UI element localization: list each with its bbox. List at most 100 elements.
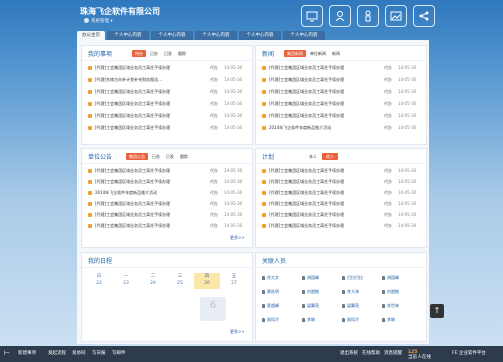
tab-group-news[interactable]: 集团新闻 [284, 50, 306, 57]
footer-daily-report[interactable]: 写日报 [92, 350, 106, 356]
contact-item[interactable]: 李琳 [302, 315, 315, 324]
more-link[interactable]: 更多>> [230, 329, 245, 335]
footer-start-flow[interactable]: 发起流程 [48, 350, 66, 356]
contact-item[interactable]: 周凤才 [342, 315, 359, 324]
tab-personal-3[interactable]: 个人中心内容 [195, 31, 237, 40]
calendar-day-today[interactable]: 四 26 [194, 273, 220, 289]
list-item[interactable]: [代理]工会集团区域业务员工离任手续办理 代办 14-05-30 [88, 63, 248, 72]
contact-item[interactable]: 梁翼亮 [342, 301, 359, 310]
contact-item[interactable]: 胡国峰 [302, 273, 319, 282]
panel-header: 新闻 集团新闻 单位新闻 新闻 [256, 46, 426, 61]
tab-todo[interactable]: 待办 [132, 50, 146, 57]
list-item[interactable]: [代理]工会集团区域业务员工离任手续办理 代办 14-05-30 [262, 75, 422, 84]
tab-group-notice[interactable]: 集团公告 [126, 153, 148, 160]
list-item[interactable]: [代理]东南方向补计划补充财务报告… 代办 14-05-30 [88, 75, 248, 84]
user-menu[interactable]: 系统管理 ▾ [84, 18, 113, 24]
person-icon [302, 290, 305, 294]
contact-item[interactable]: 苏世林 [382, 301, 399, 310]
list-item[interactable]: 2014年飞企软件年度新品推介活动 代办 14-05-30 [88, 188, 248, 197]
contact-item[interactable]: 巴拉巴拉 [342, 273, 363, 282]
tab-personal-2[interactable]: 个人中心内容 [151, 31, 193, 40]
list-item[interactable]: [代理]工会集团区域业务员工离任手续办理 代办 14-05-30 [262, 177, 422, 186]
list-item[interactable]: [代理]工会集团区域业务员工离任手续办理 代办 14-05-30 [262, 63, 422, 72]
calendar-day[interactable]: 二 24 [140, 273, 166, 289]
mail-icon [262, 179, 266, 184]
contact-item[interactable]: 李琳 [382, 315, 395, 324]
list-item[interactable]: [代理]工会集团区域业务员工离任手续办理 代办 14-05-30 [88, 177, 248, 186]
footer-logout[interactable]: 退出系统 [340, 350, 358, 356]
tab-personal-5[interactable]: 个人中心内容 [283, 31, 325, 40]
list-item[interactable]: [代理]工会集团区域业务员工离任手续办理 代办 14-05-30 [262, 87, 422, 96]
calendar-day[interactable]: 日 22 [86, 273, 112, 289]
calendar-day[interactable]: 一 23 [113, 273, 139, 289]
calendar-page-icon: 6 [200, 297, 226, 321]
scroll-top-button[interactable]: ↑ [430, 304, 444, 318]
tab-done[interactable]: 已办 [148, 50, 160, 57]
list-item[interactable]: [代理]工会集团区域业务员工离任手续办理 代办 14-05-30 [88, 210, 248, 219]
list-item[interactable]: [代理]工会集团区域业务员工离任手续办理 代办 14-05-30 [262, 210, 422, 219]
more-link[interactable]: 更多>> [230, 235, 245, 241]
calendar-day[interactable]: 五 27 [221, 273, 247, 289]
footer-messages[interactable]: 消息提醒 [384, 350, 402, 356]
contact-item[interactable]: 徐大文 [262, 273, 279, 282]
news-panel: 新闻 集团新闻 单位新闻 新闻 [代理]工会集团区域业务员工离任手续办理 代办 14… [255, 45, 427, 145]
tab-done[interactable]: 已办 [150, 153, 162, 160]
list-item[interactable]: [代理]工会集团区域业务员工离任手续办理 代办 14-05-30 [262, 99, 422, 108]
tab-others[interactable]: 他人 [322, 153, 338, 160]
footer-cooperate[interactable]: 发协同 [72, 350, 86, 356]
contact-item[interactable]: 夏超峰 [262, 301, 279, 310]
footer-new-item[interactable]: 新建事项 [18, 350, 36, 356]
person-icon [262, 304, 265, 308]
footer-write-mail[interactable]: 写邮件 [112, 350, 126, 356]
tab-home[interactable]: 办公主页 [77, 31, 105, 40]
contact-item[interactable]: 胡国峰 [382, 273, 399, 282]
list-item[interactable]: [代理]工会集团区域业务员工离任手续办理 代办 14-05-30 [88, 199, 248, 208]
tab-track[interactable]: 跟踪 [176, 50, 188, 57]
contact-item[interactable]: 刘超楷 [302, 287, 319, 296]
footer-bar: ⊢ 新建事项 发起流程 发协同 写日报 写邮件 退出系统 在线帮助 消息提醒 当… [0, 346, 503, 362]
tab-personal-1[interactable]: 个人中心内容 [107, 31, 149, 40]
picture-icon[interactable] [385, 5, 407, 27]
mail-icon [88, 190, 92, 195]
panel-title: 关联人员 [262, 258, 287, 265]
tab-sent[interactable]: 已发 [162, 50, 174, 57]
list-item[interactable]: [代理]工会集团区域业务员工离任手续办理 代办 14-05-30 [88, 123, 248, 132]
person-icon [342, 290, 345, 294]
panel-title: 计划 [262, 154, 275, 161]
tab-sent[interactable]: 已发 [164, 153, 176, 160]
person-icon[interactable] [357, 5, 379, 27]
tab-self[interactable]: 本人 [306, 153, 320, 160]
list-item[interactable]: [代理]工会集团区域业务员工离任手续办理 代办 14-05-30 [262, 188, 422, 197]
mail-icon [262, 89, 266, 94]
contact-item[interactable]: 周凤才 [262, 315, 279, 324]
contact-item[interactable]: 梁翼亮 [302, 301, 319, 310]
list-item[interactable]: [代理]工会集团区域业务员工离任手续办理 代办 14-05-30 [88, 221, 248, 230]
tab-news[interactable]: 新闻 [330, 50, 342, 57]
list-item[interactable]: [代理]工会集团区域业务员工离任手续办理 代办 14-05-30 [262, 199, 422, 208]
person-icon [302, 318, 305, 322]
user-icon[interactable] [329, 5, 351, 27]
contact-item[interactable]: 黄秋明 [262, 287, 279, 296]
mail-icon [262, 113, 266, 118]
tab-track[interactable]: 跟踪 [178, 153, 190, 160]
tab-unit-news[interactable]: 单位新闻 [308, 50, 328, 57]
list-item[interactable]: [代理]工会集团区域业务员工离任手续办理 代办 14-05-30 [88, 166, 248, 175]
list-item[interactable]: 2014年飞企软件年度新品推介活动 代办 14-05-30 [262, 123, 422, 132]
list-item[interactable]: [代理]工会集团区域业务员工离任手续办理 代办 14-05-30 [262, 166, 422, 175]
list-item[interactable]: [代理]工会集团区域业务员工离任手续办理 代办 14-05-30 [88, 87, 248, 96]
mail-icon [88, 179, 92, 184]
person-icon [262, 276, 265, 280]
contact-item[interactable]: 刘超楷 [382, 287, 399, 296]
list-item[interactable]: [代理]工会集团区域业务员工离任手续办理 代办 14-05-30 [88, 99, 248, 108]
tab-personal-4[interactable]: 个人中心内容 [239, 31, 281, 40]
mail-icon [262, 65, 266, 70]
collapse-icon[interactable]: ⊢ [4, 349, 10, 357]
list-item[interactable]: [代理]工会集团区域业务员工离任手续办理 代办 14-05-30 [88, 111, 248, 120]
contact-item[interactable]: 李大海 [342, 287, 359, 296]
list-item[interactable]: [代理]工会集团区域业务员工离任手续办理 代办 14-05-30 [262, 111, 422, 120]
footer-help[interactable]: 在线帮助 [362, 350, 380, 356]
list-item[interactable]: [代理]工会集团区域业务员工离任手续办理 代办 14-05-30 [262, 221, 422, 230]
calendar-day[interactable]: 三 25 [167, 273, 193, 289]
monitor-icon[interactable] [301, 5, 323, 27]
share-icon[interactable] [413, 5, 435, 27]
